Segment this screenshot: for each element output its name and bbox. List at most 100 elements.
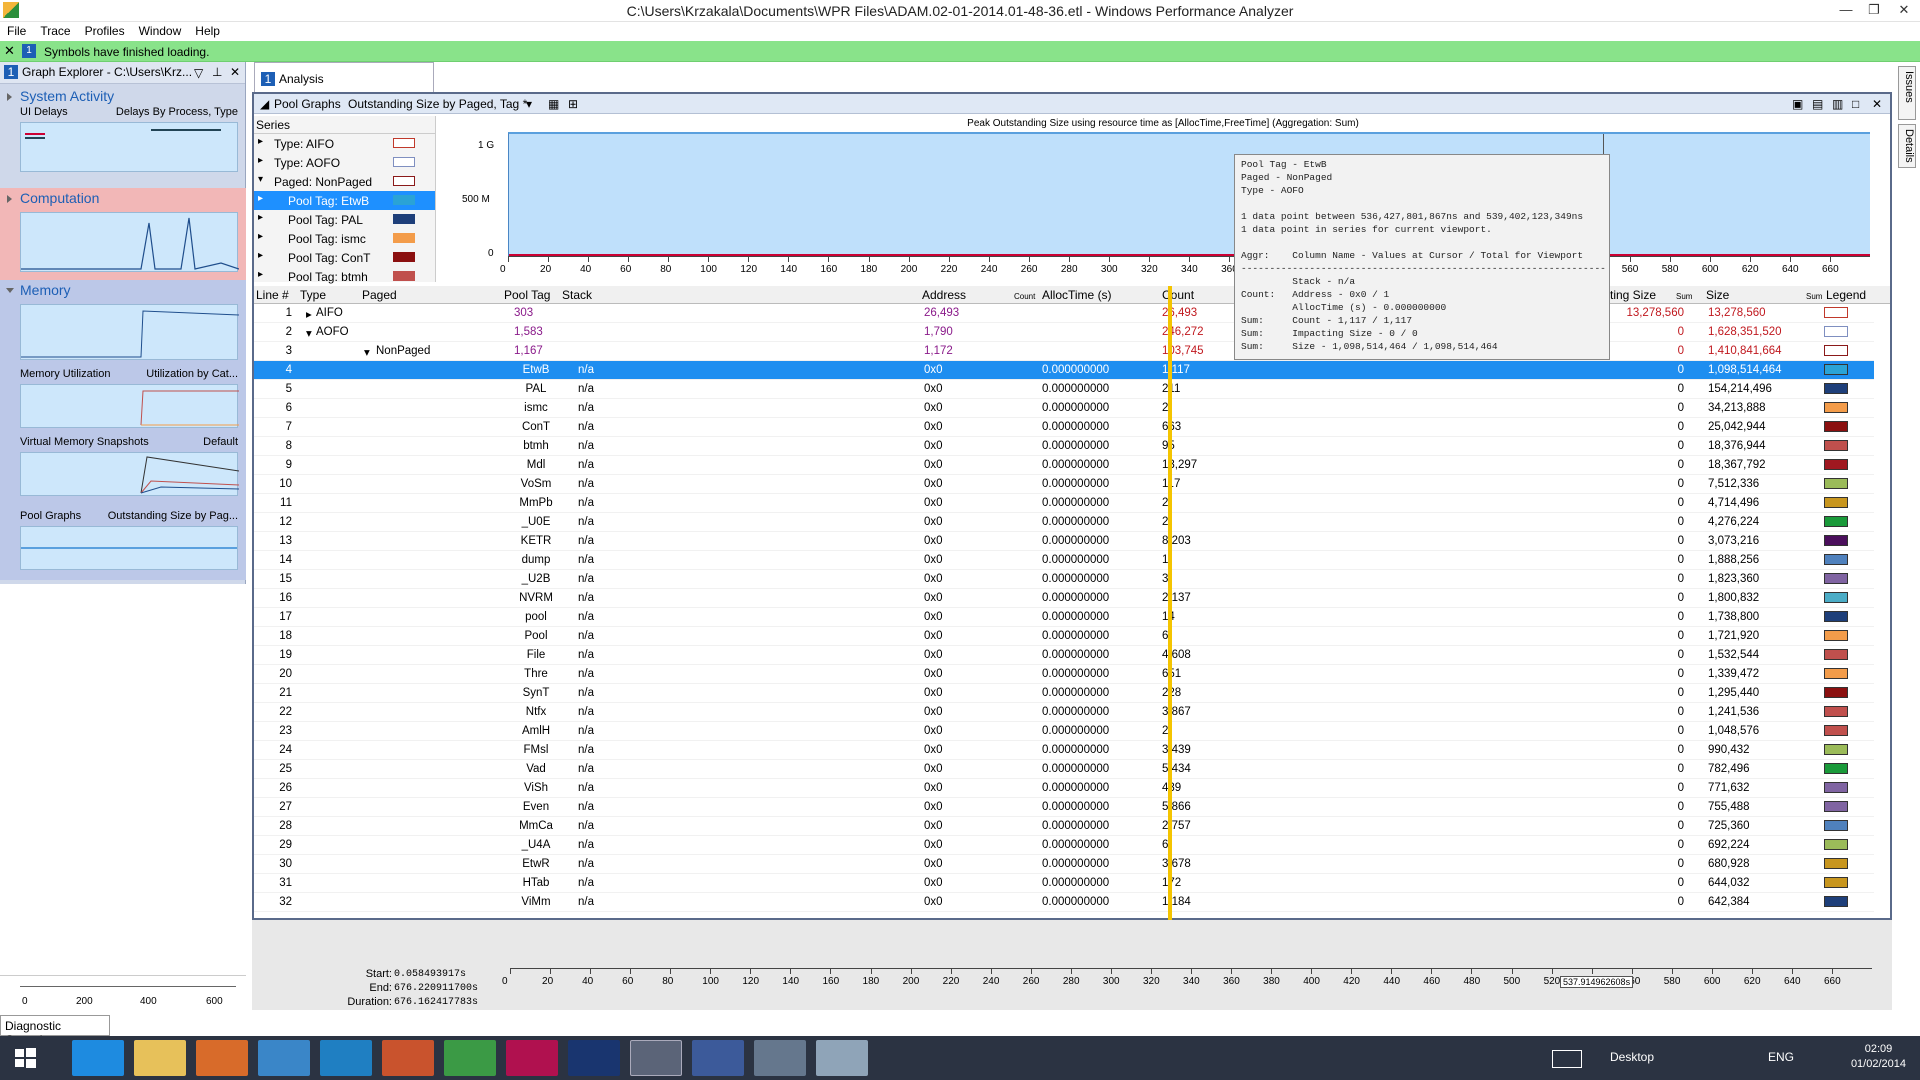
col-pool-tag[interactable]: Pool Tag bbox=[504, 288, 550, 302]
diagnostic-console-tab[interactable]: Diagnostic Console bbox=[0, 1015, 110, 1047]
app-icon[interactable] bbox=[816, 1040, 868, 1076]
grouping-divider[interactable] bbox=[1168, 286, 1172, 920]
table-row[interactable]: 32 ViMm n/a 0x0 0.000000000 1,184 0 642,384 bbox=[254, 893, 1874, 912]
dropdown-icon[interactable]: ▽ bbox=[194, 66, 203, 80]
remote-desktop-icon[interactable] bbox=[258, 1040, 310, 1076]
file-explorer-icon[interactable] bbox=[134, 1040, 186, 1076]
expand-icon[interactable]: ▸ bbox=[258, 136, 263, 147]
chart-plot-area[interactable] bbox=[508, 132, 1870, 258]
series-item[interactable]: ▸ Type: AIFO bbox=[254, 134, 435, 153]
series-item[interactable]: ▾ Paged: NonPaged bbox=[254, 172, 435, 191]
table-row[interactable]: 31HTabn/a0x00.0000000001720644,032 bbox=[254, 874, 1874, 893]
group-row[interactable]: 1 ▸ AIFO 303 26,493 26,493 13,278,560 13,278,56… bbox=[254, 304, 1874, 323]
layout2-icon[interactable]: ▤ bbox=[1812, 97, 1823, 111]
col-size[interactable]: Size bbox=[1706, 288, 1729, 302]
table-row[interactable]: 26ViShn/a0x00.0000000004390771,632 bbox=[254, 779, 1874, 798]
tab-analysis[interactable]: 1 Analysis bbox=[254, 62, 434, 92]
collapse-icon[interactable]: ◢ bbox=[260, 97, 269, 111]
group-row[interactable]: 2 ▾ AOFO 1,583 1,790 246,272 0 1,628,351,520 bbox=[254, 323, 1874, 342]
layout-icon[interactable]: ▣ bbox=[1792, 97, 1803, 111]
col-legend[interactable]: Legend bbox=[1826, 288, 1866, 302]
series-item[interactable]: ▸ Pool Tag: ConT bbox=[254, 248, 435, 267]
col-line[interactable]: Line # bbox=[256, 288, 289, 302]
memory-utilization-thumbnail[interactable] bbox=[20, 384, 239, 428]
table-row[interactable]: 14 dump n/a 0x0 0.000000000 1 0 1,888,256 bbox=[254, 551, 1874, 570]
indesign-icon[interactable] bbox=[506, 1040, 558, 1076]
app-icon[interactable] bbox=[196, 1040, 248, 1076]
category-header[interactable]: Computation bbox=[0, 188, 246, 206]
language-indicator[interactable]: ENG bbox=[1768, 1050, 1794, 1064]
pin-icon[interactable]: ⊥ bbox=[212, 65, 222, 79]
desktop-toolbar[interactable]: Desktop bbox=[1610, 1050, 1654, 1064]
start-button[interactable] bbox=[0, 1040, 50, 1076]
table-row[interactable]: 19 File n/a 0x0 0.000000000 4,608 0 1,532,544 bbox=[254, 646, 1874, 665]
table-row[interactable]: 28 MmCa n/a 0x0 0.000000000 2,757 0 725,360 bbox=[254, 817, 1874, 836]
expand-icon[interactable]: ▾ bbox=[364, 345, 370, 359]
col-impacting-size[interactable]: cting Size bbox=[1604, 288, 1656, 302]
col-type[interactable]: Type bbox=[300, 288, 326, 302]
col-count[interactable]: Count bbox=[1162, 288, 1194, 302]
graph-view-icon[interactable]: ▦ bbox=[548, 97, 559, 111]
category-system-activity[interactable]: System Activity UI Delays Delays By Proce… bbox=[0, 86, 246, 188]
table-row[interactable]: 10VoSmn/a0x00.00000000011707,512,336 bbox=[254, 475, 1874, 494]
category-computation[interactable]: Computation bbox=[0, 188, 246, 280]
ui-delays-thumbnail[interactable] bbox=[20, 122, 238, 172]
minimize-button[interactable]: — bbox=[1832, 0, 1860, 20]
chrome-icon[interactable] bbox=[444, 1040, 496, 1076]
col-alloctime[interactable]: AllocTime (s) bbox=[1042, 288, 1112, 302]
category-memory[interactable]: Memory Memory Utilization Utilization by … bbox=[0, 280, 246, 580]
category-header[interactable]: System Activity bbox=[0, 86, 246, 104]
layout3-icon[interactable]: ▥ bbox=[1832, 97, 1843, 111]
photoshop-icon[interactable] bbox=[568, 1040, 620, 1076]
computation-thumbnail[interactable] bbox=[20, 212, 240, 272]
table-row[interactable]: 29 _U4A n/a 0x0 0.000000000 6 0 692,224 bbox=[254, 836, 1874, 855]
expand-icon[interactable]: ▸ bbox=[258, 231, 263, 242]
table-row[interactable]: 20Thren/a0x00.00000000065101,339,472 bbox=[254, 665, 1874, 684]
series-item[interactable]: ▸ Pool Tag: EtwB bbox=[254, 191, 435, 210]
maximize-icon[interactable]: □ bbox=[1852, 97, 1859, 111]
system-clock[interactable]: 02:09 01/02/2014 bbox=[1851, 1042, 1906, 1072]
table-row[interactable]: 7ConTn/a0x00.000000000663025,042,944 bbox=[254, 418, 1874, 437]
details-side-tab[interactable]: Details bbox=[1898, 124, 1916, 168]
expand-icon[interactable]: ▸ bbox=[258, 250, 263, 261]
table-row[interactable]: 15 _U2B n/a 0x0 0.000000000 3 0 1,823,360 bbox=[254, 570, 1874, 589]
table-row[interactable]: 22 Ntfx n/a 0x0 0.000000000 3,867 0 1,241,536 bbox=[254, 703, 1874, 722]
timeline-axis[interactable]: 0 20 40 60 80 100 120 140 160 180 200 220 240 260 280 3… bbox=[502, 968, 1872, 992]
memory-thumbnail[interactable] bbox=[20, 304, 240, 360]
table-row[interactable]: 11 MmPb n/a 0x0 0.000000000 2 0 4,714,496 bbox=[254, 494, 1874, 513]
col-address[interactable]: Address bbox=[922, 288, 966, 302]
wpa-taskbar-icon[interactable] bbox=[630, 1040, 682, 1076]
issues-side-tab[interactable]: Issues bbox=[1898, 66, 1916, 120]
menu-window[interactable]: Window bbox=[132, 22, 189, 40]
expand-icon[interactable]: ▸ bbox=[258, 269, 263, 280]
table-row[interactable]: 21SynTn/a0x00.00000000022801,295,440 bbox=[254, 684, 1874, 703]
app-icon[interactable] bbox=[382, 1040, 434, 1076]
table-row[interactable]: 8btmhn/a0x00.00000000095018,376,944 bbox=[254, 437, 1874, 456]
menu-help[interactable]: Help bbox=[188, 22, 227, 40]
table-row[interactable]: 27 Even n/a 0x0 0.000000000 5,866 0 755,488 bbox=[254, 798, 1874, 817]
restore-button[interactable]: ❐ bbox=[1860, 0, 1888, 20]
table-row[interactable]: 24 FMsl n/a 0x0 0.000000000 3,439 0 990,432 bbox=[254, 741, 1874, 760]
virtual-memory-thumbnail[interactable] bbox=[20, 452, 240, 496]
app-icon[interactable] bbox=[754, 1040, 806, 1076]
expand-icon[interactable]: ▾ bbox=[306, 326, 312, 340]
preset-dropdown[interactable]: Outstanding Size by Paged, Tag * bbox=[348, 97, 527, 111]
table-row[interactable]: 23 AmlH n/a 0x0 0.000000000 2 0 1,048,576 bbox=[254, 722, 1874, 741]
expand-icon[interactable]: ▸ bbox=[258, 212, 263, 223]
table-row[interactable]: 25 Vad n/a 0x0 0.000000000 5,434 0 782,496 bbox=[254, 760, 1874, 779]
pool-graphs-thumbnail[interactable] bbox=[20, 526, 238, 570]
table-row[interactable]: 12 _U0E n/a 0x0 0.000000000 2 0 4,276,224 bbox=[254, 513, 1874, 532]
series-item[interactable]: ▸ Pool Tag: ismc bbox=[254, 229, 435, 248]
expand-icon[interactable]: ▸ bbox=[258, 155, 263, 166]
expand-icon[interactable]: ▸ bbox=[306, 307, 312, 321]
app-icon[interactable] bbox=[692, 1040, 744, 1076]
col-paged[interactable]: Paged bbox=[362, 288, 397, 302]
series-item[interactable]: ▸ Pool Tag: PAL bbox=[254, 210, 435, 229]
col-stack[interactable]: Stack bbox=[562, 288, 592, 302]
menu-trace[interactable]: Trace bbox=[33, 22, 77, 40]
table-row[interactable]: 16 NVRM n/a 0x0 0.000000000 2,137 0 1,800,832 bbox=[254, 589, 1874, 608]
table-row[interactable]: 13 KETR n/a 0x0 0.000000000 8,203 0 3,073,216 bbox=[254, 532, 1874, 551]
table-view-icon[interactable]: ⊞ bbox=[568, 97, 578, 111]
series-item[interactable]: ▸ Type: AOFO bbox=[254, 153, 435, 172]
group-row[interactable]: 3 ▾ NonPaged 1,167 1,172 103,745 0 1,410,841,66… bbox=[254, 342, 1874, 361]
